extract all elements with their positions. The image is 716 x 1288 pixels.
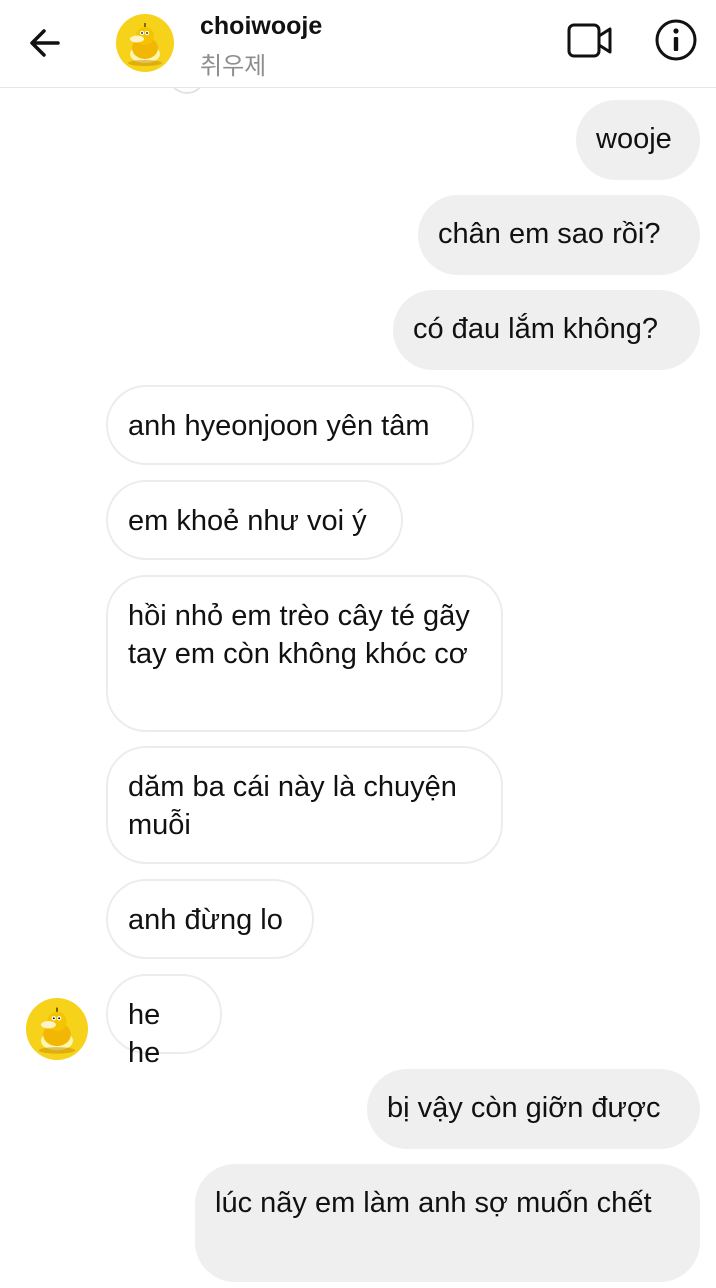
video-call-button[interactable]	[566, 20, 614, 62]
seen-indicator	[168, 88, 206, 94]
message-thread[interactable]: wooje chân em sao rồi? có đau lắm không?…	[0, 88, 716, 1288]
duck-avatar-icon	[128, 23, 162, 66]
chat-header: choiwooje 취우제	[0, 0, 716, 88]
avatar[interactable]	[116, 14, 174, 72]
message-bubble-incoming[interactable]: he he	[106, 974, 222, 1069]
message-bubble-outgoing[interactable]: chân em sao rồi?	[418, 195, 700, 275]
message-bubble-outgoing[interactable]: wooje	[576, 100, 700, 180]
chat-subtitle: 취우제	[200, 53, 267, 80]
arrow-left-icon	[30, 29, 60, 57]
message-bubble-incoming[interactable]: em khoẻ như voi ý	[106, 480, 403, 560]
video-camera-icon	[567, 23, 612, 58]
message-bubble-outgoing[interactable]: bị vậy còn giỡn được	[367, 1069, 700, 1149]
message-bubble-incoming[interactable]: hồi nhỏ em trèo cây té gãy tay em còn kh…	[106, 575, 503, 732]
duck-avatar-icon	[38, 1007, 76, 1054]
message-bubble-outgoing[interactable]: có đau lắm không?	[393, 290, 700, 370]
info-icon	[655, 19, 697, 61]
message-bubble-incoming[interactable]: dăm ba cái này là chuyện muỗi	[106, 746, 503, 864]
back-button[interactable]	[24, 22, 66, 64]
message-bubble-incoming[interactable]: anh hyeonjoon yên tâm	[106, 385, 474, 465]
message-bubble-incoming[interactable]: anh đừng lo	[106, 879, 314, 959]
message-bubble-outgoing[interactable]: lúc nãy em làm anh sợ muốn chết	[195, 1164, 700, 1282]
info-button[interactable]	[654, 18, 698, 62]
sender-avatar[interactable]	[26, 998, 88, 1060]
chat-title[interactable]: choiwooje	[200, 12, 322, 41]
